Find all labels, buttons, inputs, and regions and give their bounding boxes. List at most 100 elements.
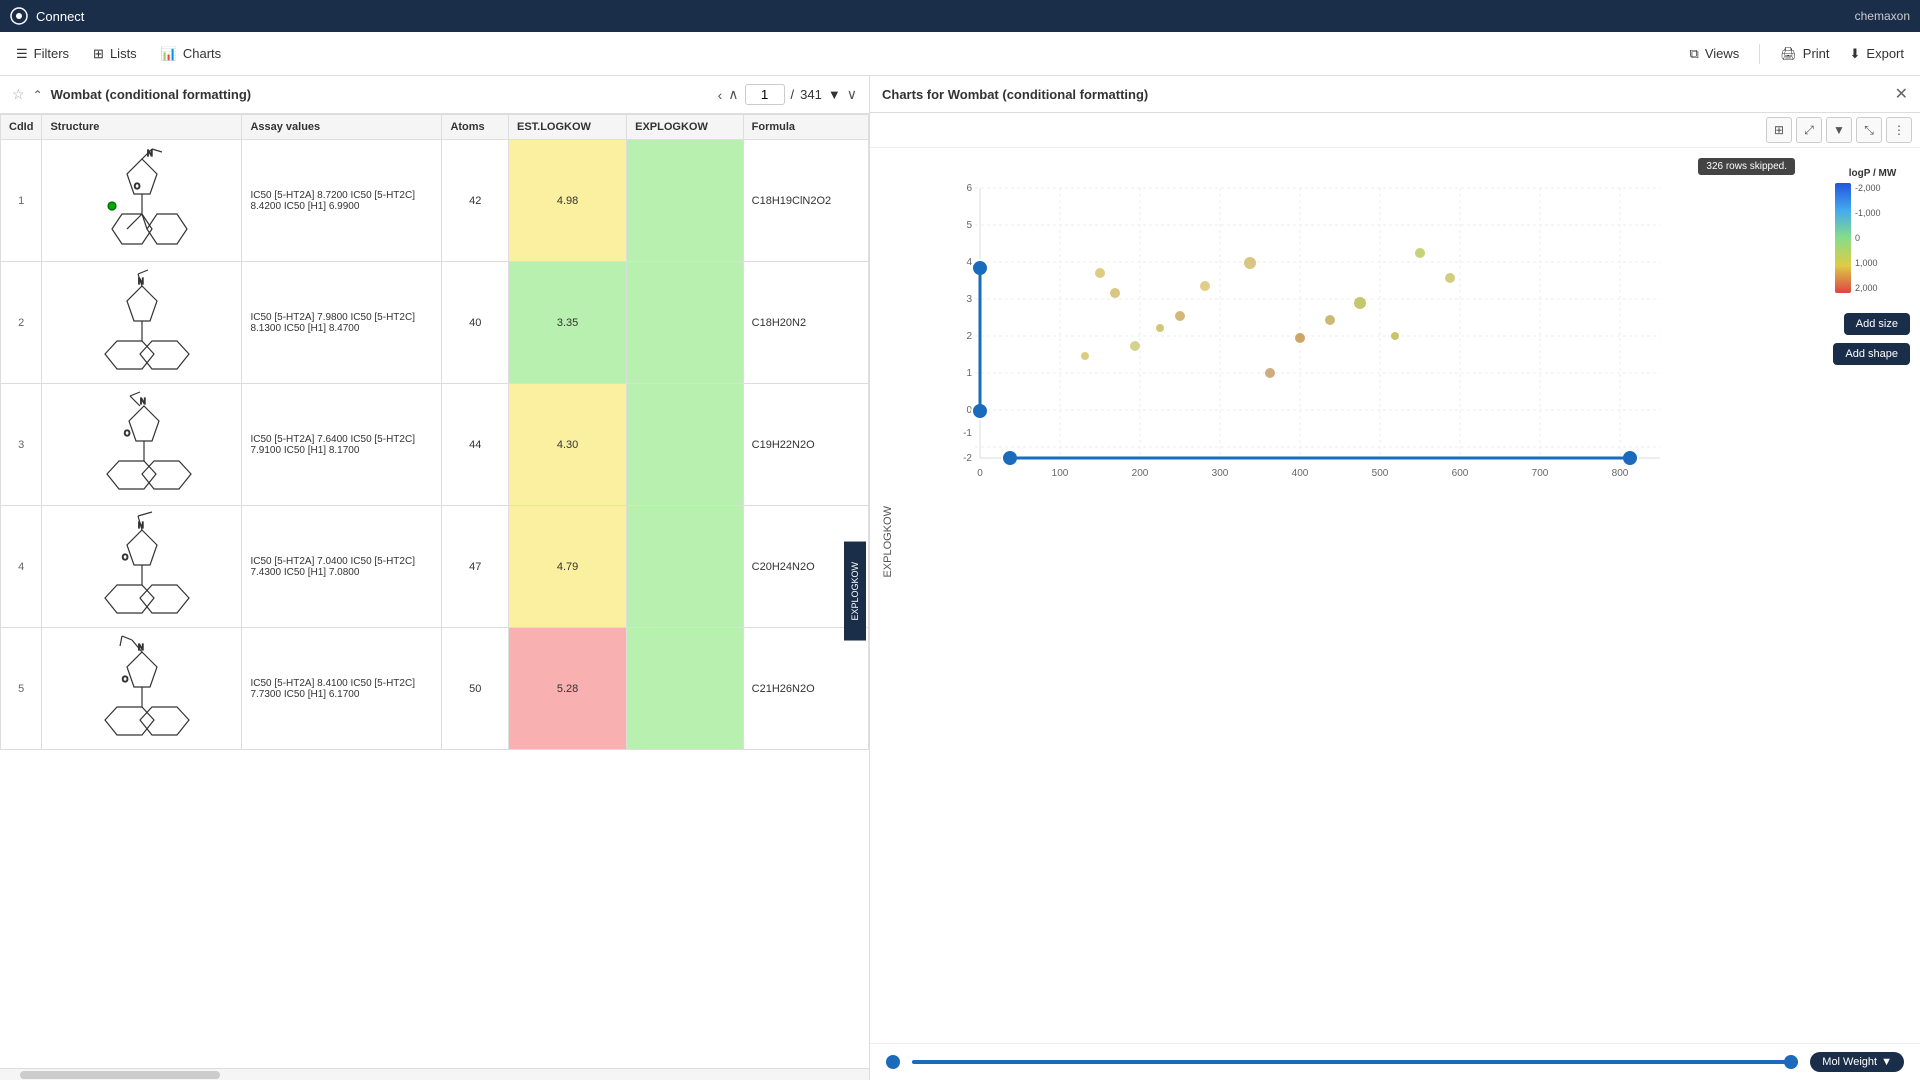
chart-expand-icon: ⤡ xyxy=(1864,123,1874,138)
cell-id: 4 xyxy=(1,506,42,628)
svg-text:800: 800 xyxy=(1612,468,1629,479)
explogkow-label-text: EXPLOGKOW xyxy=(844,542,866,641)
table-row: 4 N O IC50 [5-HT2A] 7.0400 IC50 [5-HT2C]… xyxy=(1,506,869,628)
horizontal-scrollbar[interactable] xyxy=(0,1068,869,1080)
chart-close-btn[interactable]: ✕ xyxy=(1895,84,1908,104)
scatter-point[interactable] xyxy=(1130,341,1140,351)
scatter-plot: 6 5 4 3 2 1 0 -1 -2 0 100 200 300 400 50… xyxy=(940,168,1720,508)
chart-more-btn[interactable]: ⋮ xyxy=(1886,117,1912,143)
nav-prev-icon[interactable]: ‹ xyxy=(718,87,723,103)
cell-atoms: 50 xyxy=(442,628,509,750)
scatter-point[interactable] xyxy=(1354,297,1366,309)
add-shape-btn[interactable]: Add shape xyxy=(1833,343,1910,365)
cell-structure: N O xyxy=(42,628,242,750)
svg-text:100: 100 xyxy=(1052,468,1069,479)
col-explogkow: EXPLOGKOW xyxy=(627,115,744,140)
svg-text:200: 200 xyxy=(1132,468,1149,479)
chart-resize-btn[interactable]: ⤢ xyxy=(1796,117,1822,143)
y-axis-label: EXPLOGKOW xyxy=(882,506,894,578)
charts-icon: 📊 xyxy=(161,46,177,62)
scatter-point[interactable] xyxy=(1325,315,1335,325)
scatter-point[interactable] xyxy=(1081,352,1089,360)
scatter-point[interactable] xyxy=(1110,288,1120,298)
views-btn[interactable]: ⧉ Views xyxy=(1690,46,1740,62)
svg-text:6: 6 xyxy=(966,183,972,194)
cell-assay: IC50 [5-HT2A] 8.7200 IC50 [5-HT2C] 8.420… xyxy=(242,140,442,262)
chart-grid-btn[interactable]: ⊞ xyxy=(1766,117,1792,143)
add-size-btn[interactable]: Add size xyxy=(1844,313,1910,335)
col-cdid: CdId xyxy=(1,115,42,140)
legend-labels: -2,000 -1,000 0 1,000 2,000 xyxy=(1855,183,1881,293)
toolbar-separator xyxy=(1759,44,1760,64)
lists-icon: ⊞ xyxy=(93,46,104,62)
chart-bottom-controls: Mol Weight ▼ xyxy=(870,1043,1920,1080)
legend-container: -2,000 -1,000 0 1,000 2,000 xyxy=(1835,183,1910,293)
app-title: Connect xyxy=(36,9,84,24)
svg-text:1: 1 xyxy=(966,368,972,379)
charts-btn[interactable]: 📊 Charts xyxy=(161,46,221,62)
charts-label: Charts xyxy=(183,46,221,61)
scatter-point[interactable] xyxy=(1265,368,1275,378)
scatter-point[interactable] xyxy=(1156,324,1164,332)
export-label: Export xyxy=(1866,46,1904,61)
page-dropdown-icon[interactable]: ▼ xyxy=(828,87,841,102)
scatter-point[interactable] xyxy=(1244,257,1256,269)
svg-text:N: N xyxy=(140,397,146,406)
filters-btn[interactable]: ☰ Filters xyxy=(16,46,69,62)
cell-explogkow xyxy=(627,140,744,262)
page-separator: / xyxy=(791,87,795,102)
svg-text:2: 2 xyxy=(966,331,972,342)
print-btn[interactable]: 🖨 Print xyxy=(1780,46,1829,62)
cell-est-logkow: 4.79 xyxy=(508,506,626,628)
app-logo-icon xyxy=(10,7,28,25)
mol-weight-dropdown[interactable]: Mol Weight ▼ xyxy=(1810,1052,1904,1072)
page-input[interactable]: 1 xyxy=(745,84,785,105)
x-range-left-dot[interactable] xyxy=(886,1055,900,1069)
svg-text:O: O xyxy=(124,429,130,438)
cell-id: 3 xyxy=(1,384,42,506)
cell-assay: IC50 [5-HT2A] 7.0400 IC50 [5-HT2C] 7.430… xyxy=(242,506,442,628)
cell-explogkow xyxy=(627,628,744,750)
legend-val-1: -2,000 xyxy=(1855,183,1881,193)
toolbar-right-group: ⧉ Views 🖨 Print ⬇ Export xyxy=(1690,44,1904,64)
chart-dropdown-btn[interactable]: ▼ xyxy=(1826,117,1852,143)
chart-panel: Charts for Wombat (conditional formattin… xyxy=(870,76,1920,1080)
scatter-point[interactable] xyxy=(1095,268,1105,278)
table-nav: ‹ ∧ 1 / 341 ▼ ∨ xyxy=(718,84,857,105)
table-panel: ☆ ⌃ Wombat (conditional formatting) ‹ ∧ … xyxy=(0,76,870,1080)
scatter-point[interactable] xyxy=(1415,248,1425,258)
views-icon: ⧉ xyxy=(1690,46,1699,62)
topbar: Connect chemaxon xyxy=(0,0,1920,32)
lists-btn[interactable]: ⊞ Lists xyxy=(93,46,137,62)
table-row: 2 N IC50 [5-HT2A] 7.9800 IC50 [5-HT2C] 8… xyxy=(1,262,869,384)
cell-est-logkow: 5.28 xyxy=(508,628,626,750)
scatter-point[interactable] xyxy=(1445,273,1455,283)
chart-expand-btn[interactable]: ⤡ xyxy=(1856,117,1882,143)
cell-explogkow xyxy=(627,262,744,384)
table-scroll-wrap[interactable]: CdId Structure Assay values Atoms EST.LO… xyxy=(0,114,869,1068)
export-btn[interactable]: ⬇ Export xyxy=(1850,46,1904,62)
scatter-point[interactable] xyxy=(1391,332,1399,340)
legend-gradient xyxy=(1835,183,1851,293)
explogkow-sidebar-tab[interactable]: EXPLOGKOW xyxy=(841,114,869,1068)
legend-title: logP / MW xyxy=(1835,168,1910,179)
mol-weight-dropdown-icon: ▼ xyxy=(1881,1056,1892,1068)
table-row: 3 N O IC50 [5-HT2A] 7.6400 IC50 [5-HT2C]… xyxy=(1,384,869,506)
cell-assay: IC50 [5-HT2A] 7.9800 IC50 [5-HT2C] 8.130… xyxy=(242,262,442,384)
scatter-point[interactable] xyxy=(1175,311,1185,321)
nav-next-icon[interactable]: ∨ xyxy=(847,86,857,103)
svg-text:-2: -2 xyxy=(963,453,972,464)
collapse-icon[interactable]: ⌃ xyxy=(33,88,43,102)
col-est-logkow: EST.LOGKOW xyxy=(508,115,626,140)
cell-structure: N xyxy=(42,262,242,384)
nav-up-icon[interactable]: ∧ xyxy=(728,86,738,103)
cell-atoms: 40 xyxy=(442,262,509,384)
table-row: 5 N O IC50 [5-HT2A] 8.4100 IC50 [5-HT2C]… xyxy=(1,628,869,750)
favorite-star-icon[interactable]: ☆ xyxy=(12,86,25,103)
scatter-point[interactable] xyxy=(1200,281,1210,291)
scatter-point[interactable] xyxy=(1295,333,1305,343)
x-range-right-dot[interactable] xyxy=(1784,1055,1798,1069)
main-content: ☆ ⌃ Wombat (conditional formatting) ‹ ∧ … xyxy=(0,76,1920,1080)
table-header-bar: ☆ ⌃ Wombat (conditional formatting) ‹ ∧ … xyxy=(0,76,869,114)
x-range-slider[interactable] xyxy=(912,1060,1798,1064)
